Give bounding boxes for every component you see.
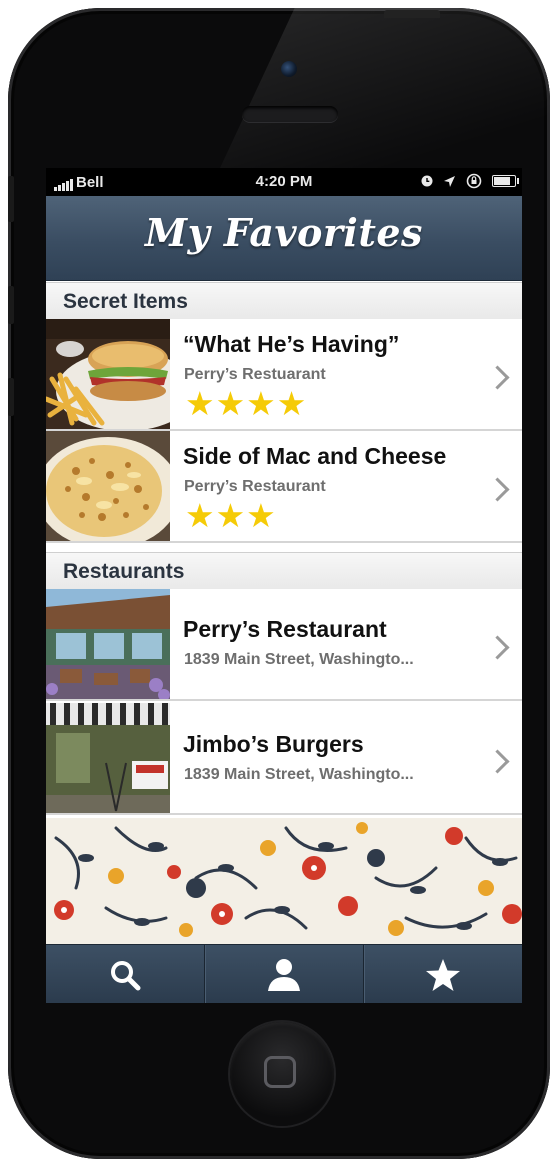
item-title: Jimbo’s Burgers: [183, 731, 364, 757]
mac-and-cheese-thumbnail: [46, 431, 170, 541]
status-bar: Bell 4:20 PM: [46, 168, 522, 196]
section-header-secret-items: Secret Items: [46, 282, 522, 320]
tab-bar: [46, 944, 522, 1003]
volume-down-button: [8, 378, 14, 416]
rotation-lock-icon: [466, 173, 482, 189]
rating-stars: ★★★★: [185, 385, 308, 422]
app-screen: Bell 4:20 PM My Favorites Secret Items “…: [46, 168, 522, 1003]
battery-icon: [492, 175, 519, 187]
navigation-bar: My Favorites: [46, 196, 522, 281]
section-title: Restaurants: [63, 560, 185, 583]
chevron-right-icon: [485, 635, 510, 660]
item-subtitle: 1839 Main Street, Washingto...: [184, 766, 414, 783]
chevron-right-icon: [485, 749, 510, 774]
user-icon: [268, 958, 300, 991]
item-subtitle: Perry’s Restuarant: [184, 366, 326, 383]
list-item-what-hes-having[interactable]: “What He’s Having” Perry’s Restuarant ★★…: [46, 319, 522, 431]
home-button[interactable]: [230, 1022, 334, 1126]
section-title: Secret Items: [63, 290, 188, 313]
status-icons: [421, 173, 519, 189]
earpiece-speaker: [242, 106, 338, 122]
tab-favorites[interactable]: [363, 945, 522, 1003]
item-title: Perry’s Restaurant: [183, 616, 387, 642]
floral-background: [46, 818, 522, 944]
chevron-right-icon: [485, 477, 510, 502]
restaurant-patio-thumbnail: [46, 589, 170, 699]
page-title: My Favorites: [145, 210, 423, 255]
chevron-right-icon: [485, 365, 510, 390]
list-item-jimbos-burgers[interactable]: Jimbo’s Burgers 1839 Main Street, Washin…: [46, 703, 522, 815]
location-arrow-icon: [444, 175, 455, 187]
alarm-icon: [421, 175, 433, 187]
front-camera: [281, 61, 297, 77]
item-title: “What He’s Having”: [183, 331, 400, 357]
star-icon: [426, 958, 460, 991]
search-icon: [111, 960, 141, 990]
tab-profile[interactable]: [204, 945, 363, 1003]
burger-storefront-thumbnail: [46, 703, 170, 813]
section-header-restaurants: Restaurants: [46, 552, 522, 590]
volume-up-button: [8, 286, 14, 324]
tab-search[interactable]: [46, 945, 204, 1003]
item-title: Side of Mac and Cheese: [183, 443, 447, 469]
list-item-mac-and-cheese[interactable]: Side of Mac and Cheese Perry’s Restauran…: [46, 431, 522, 543]
home-square-icon: [264, 1056, 296, 1088]
item-subtitle: Perry’s Restaurant: [184, 478, 326, 495]
power-button: [384, 10, 440, 18]
item-subtitle: 1839 Main Street, Washingto...: [184, 651, 414, 668]
rating-stars: ★★★: [185, 497, 277, 534]
list-item-perrys-restaurant[interactable]: Perry’s Restaurant 1839 Main Street, Was…: [46, 589, 522, 701]
mute-switch: [8, 176, 14, 222]
burger-and-fries-thumbnail: [46, 319, 170, 429]
